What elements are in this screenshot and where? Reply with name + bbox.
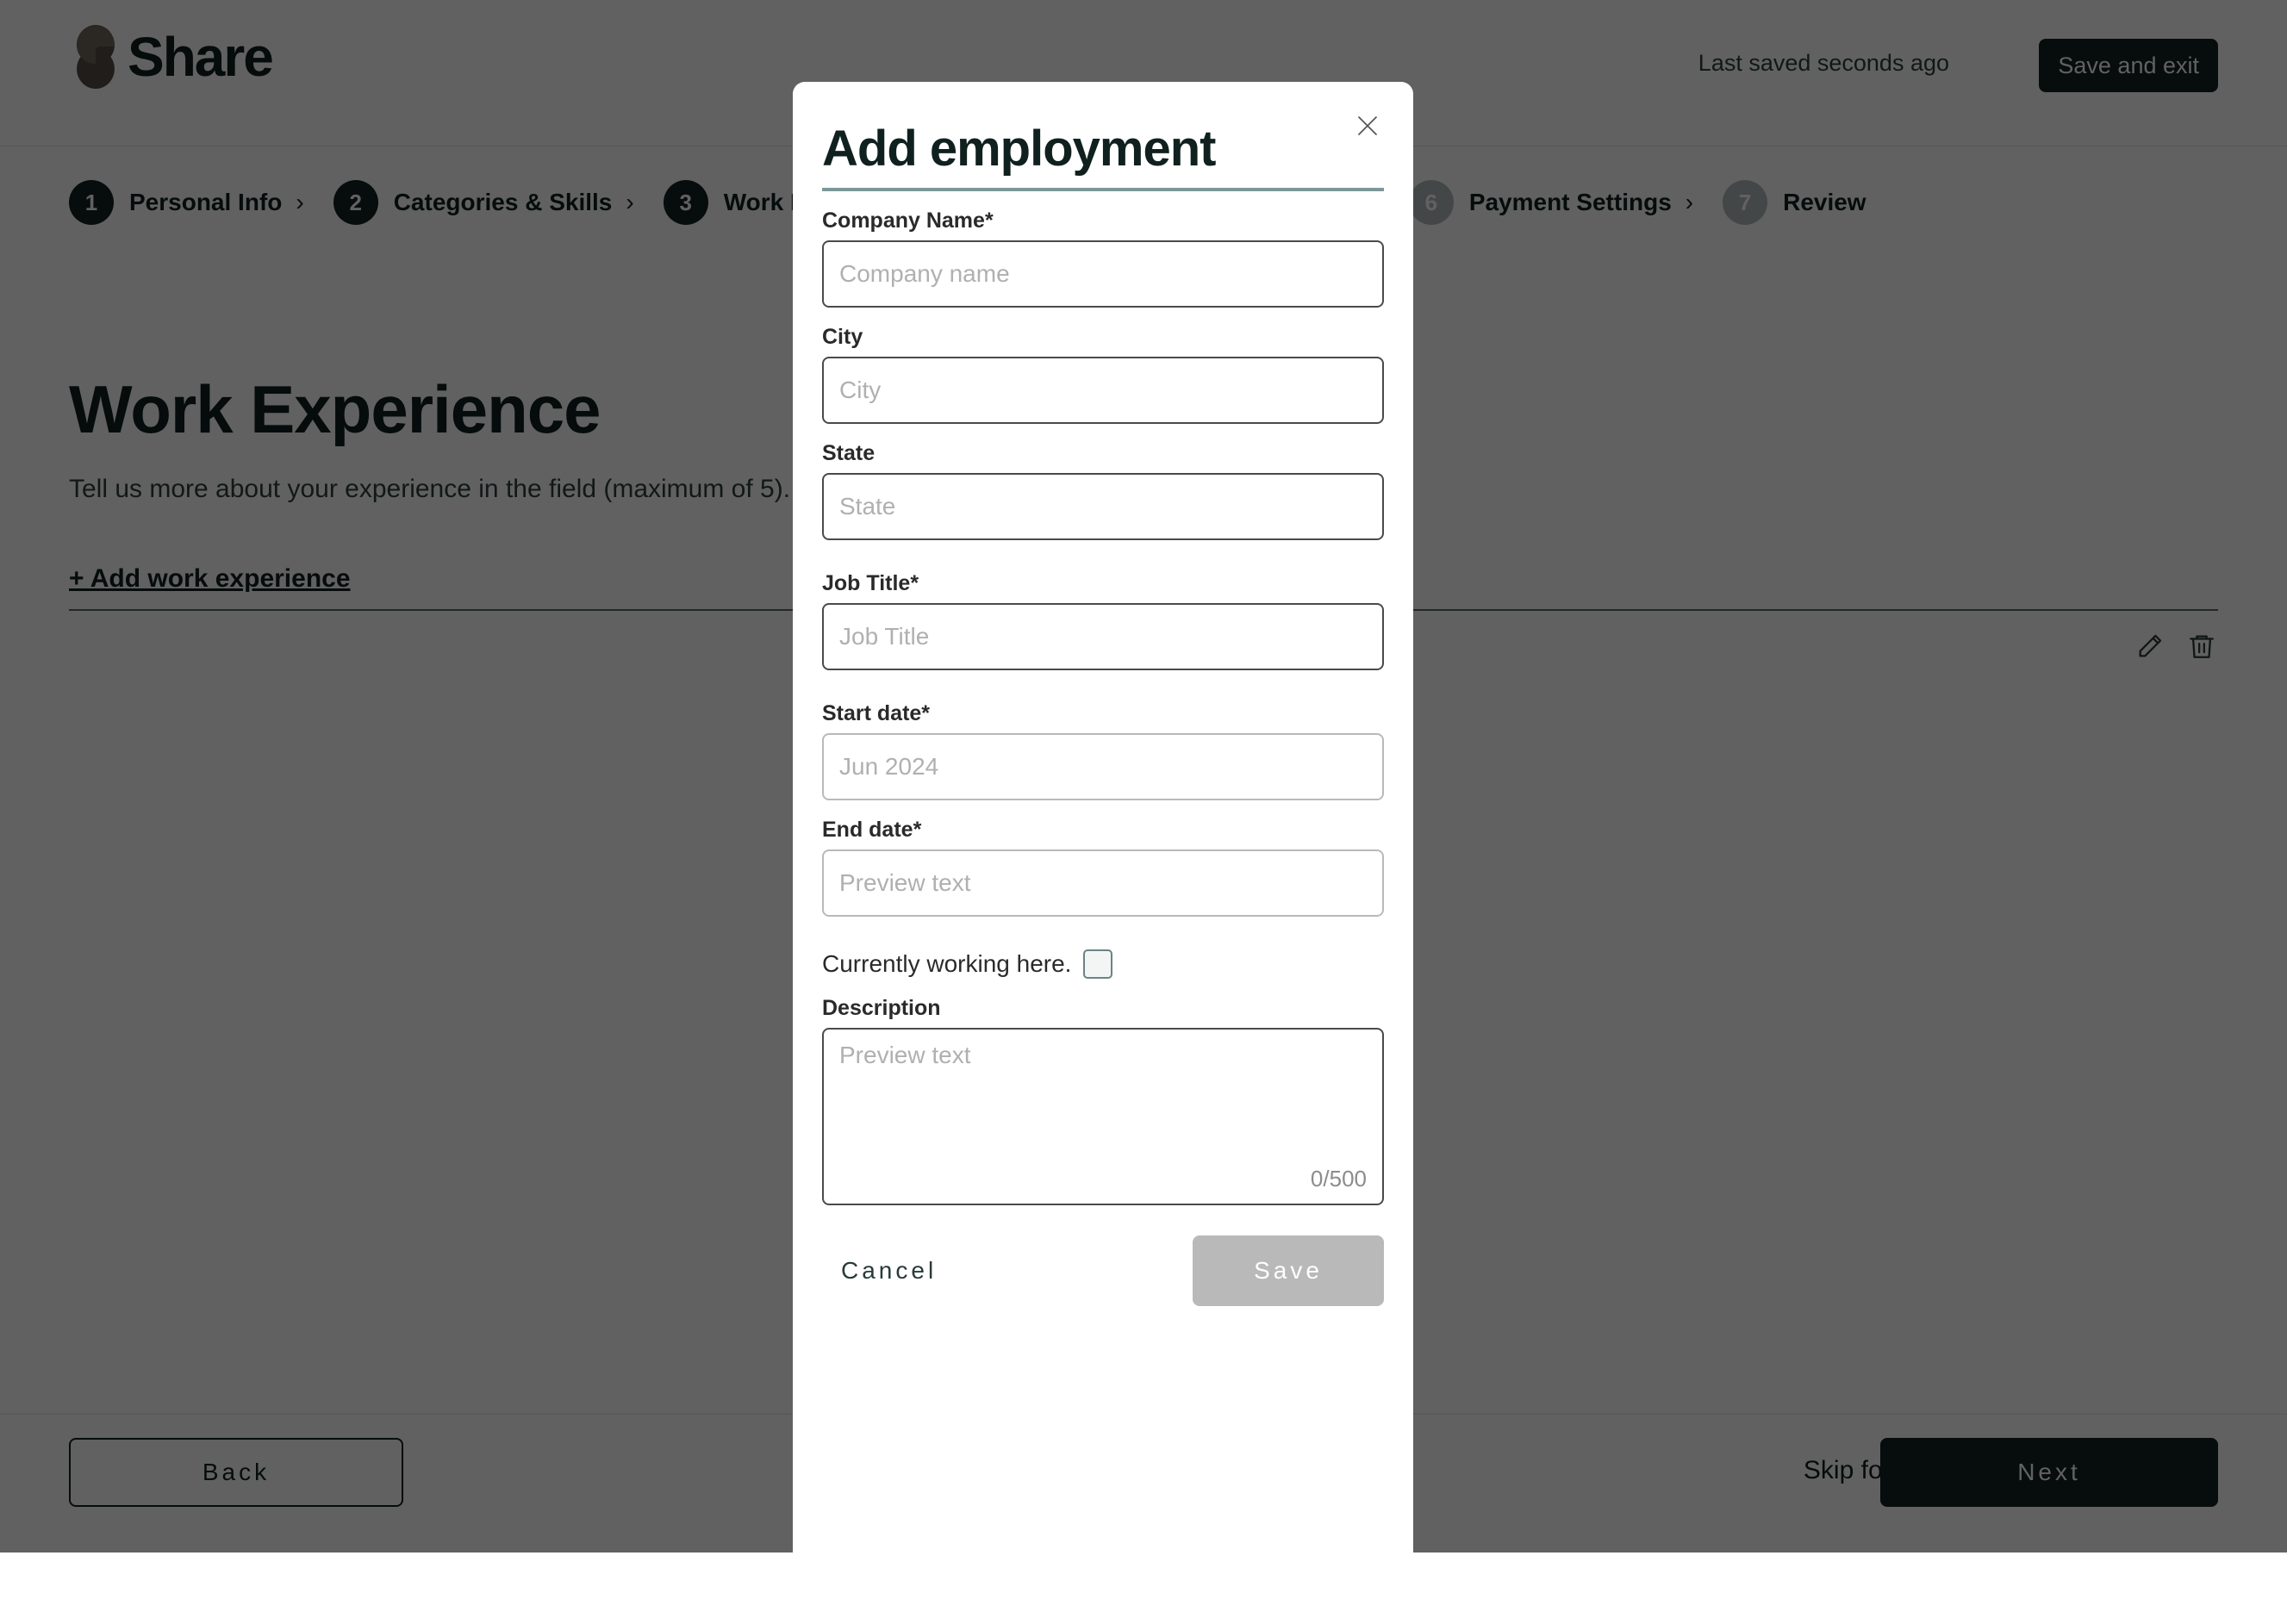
company-name-input[interactable] <box>822 240 1384 308</box>
label-company-name: Company Name* <box>822 208 1384 233</box>
field-end-date: End date* <box>822 818 1384 917</box>
state-input[interactable] <box>822 473 1384 540</box>
modal-title: Add employment <box>822 120 1384 177</box>
field-start-date: Start date* <box>822 701 1384 800</box>
label-job-title: Job Title* <box>822 571 1384 596</box>
field-job-title: Job Title* <box>822 571 1384 670</box>
save-button[interactable]: Save <box>1193 1235 1384 1306</box>
job-title-input[interactable] <box>822 603 1384 670</box>
label-state: State <box>822 441 1384 466</box>
label-end-date: End date* <box>822 818 1384 843</box>
cancel-button[interactable]: Cancel <box>822 1248 956 1293</box>
modal-footer: Cancel Save <box>822 1235 1384 1306</box>
currently-working-row[interactable]: Currently working here. <box>822 949 1384 979</box>
label-start-date: Start date* <box>822 701 1384 726</box>
field-state: State <box>822 441 1384 540</box>
city-input[interactable] <box>822 357 1384 424</box>
label-description: Description <box>822 996 1384 1021</box>
field-description: Description 0/500 <box>822 996 1384 1210</box>
field-company-name: Company Name* <box>822 208 1384 308</box>
add-employment-modal: Add employment Company Name* City State … <box>793 82 1413 1624</box>
description-textarea[interactable] <box>822 1028 1384 1205</box>
label-city: City <box>822 325 1384 350</box>
start-date-input[interactable] <box>822 733 1384 800</box>
field-city: City <box>822 325 1384 424</box>
modal-title-underline <box>822 188 1384 191</box>
end-date-input[interactable] <box>822 849 1384 917</box>
description-char-counter: 0/500 <box>1311 1166 1367 1192</box>
currently-working-label: Currently working here. <box>822 950 1071 978</box>
currently-working-checkbox[interactable] <box>1083 949 1112 979</box>
close-x-icon[interactable] <box>1351 109 1384 142</box>
